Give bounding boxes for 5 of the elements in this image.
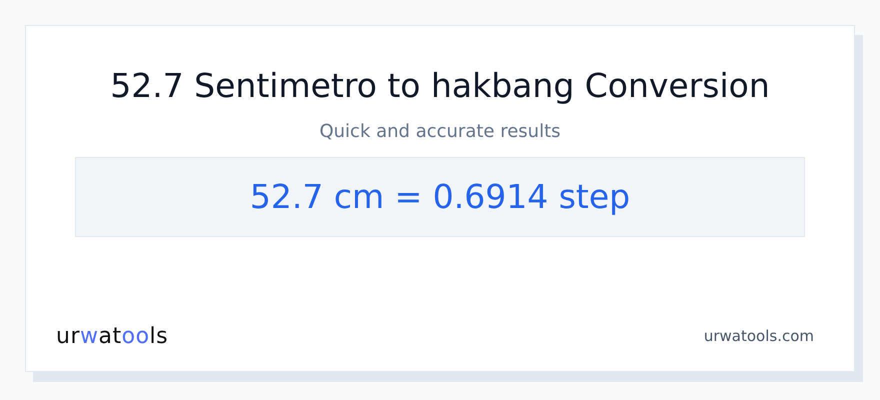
logo: urwatools — [56, 323, 168, 351]
subtitle: Quick and accurate results — [319, 120, 561, 144]
site-url: urwatools.com — [704, 326, 814, 348]
result-text: 52.7 cm = 0.6914 step — [75, 156, 805, 237]
page-title: 52.7 Sentimetro to hakbang Conversion — [110, 66, 770, 106]
